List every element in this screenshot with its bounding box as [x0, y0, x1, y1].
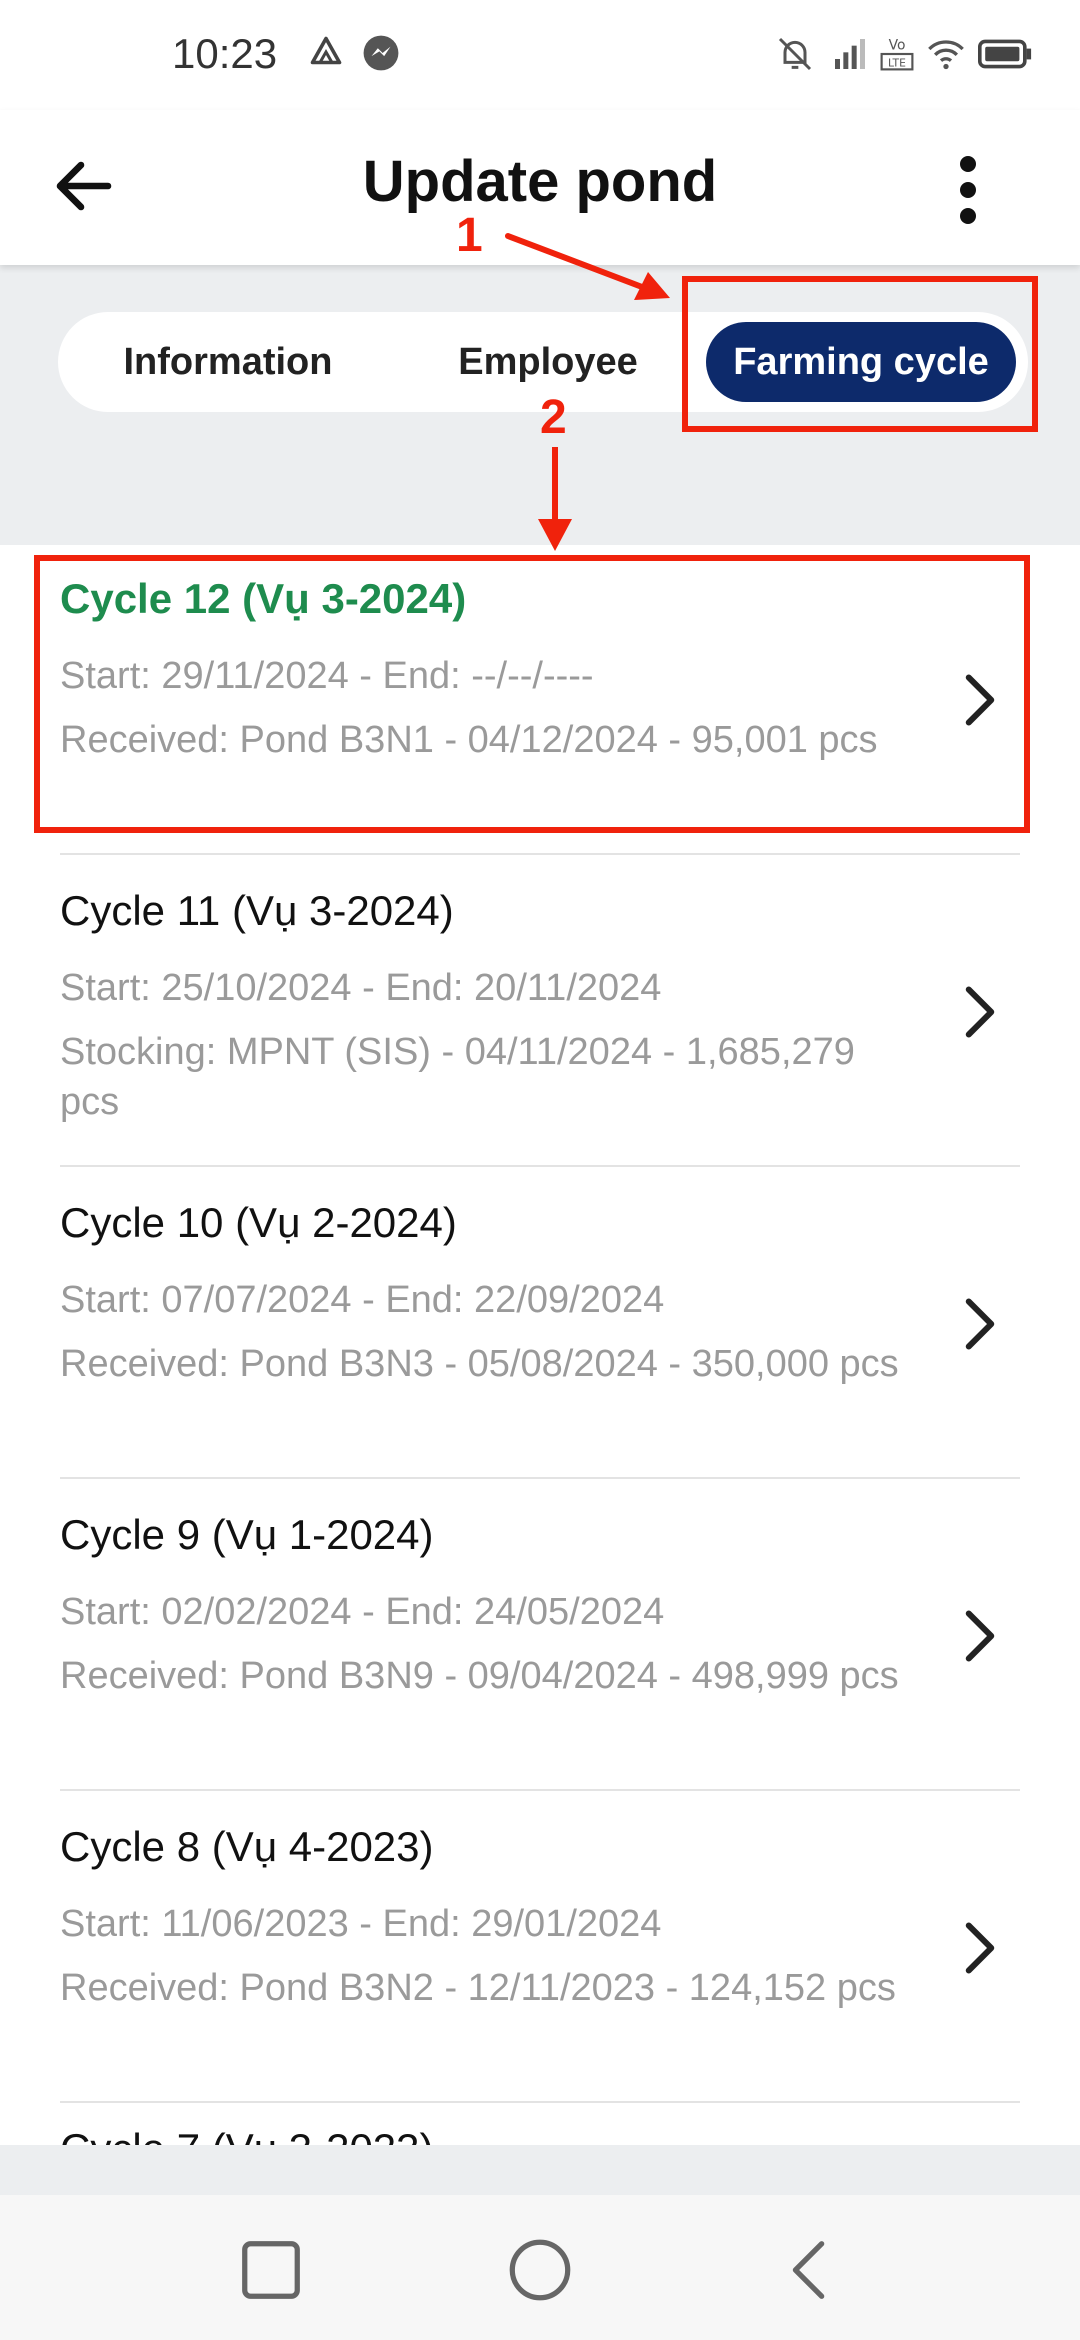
divider	[60, 1789, 1020, 1791]
chevron-right-icon	[965, 986, 995, 1038]
cycle-dates: Start: 29/11/2024 - End: --/--/----	[60, 655, 594, 697]
chevron-right-icon	[965, 1610, 995, 1662]
system-back-button[interactable]	[775, 2235, 845, 2305]
svg-text:LTE: LTE	[888, 56, 906, 69]
volte-icon: Vo LTE	[880, 37, 914, 71]
cycle-dates: Start: 07/07/2024 - End: 22/09/2024	[60, 1279, 665, 1321]
cycle-title: Cycle 9 (Vụ 1-2024)	[60, 1511, 434, 1558]
cycle-list-item[interactable]: Cycle 11 (Vụ 3-2024) Start: 25/10/2024 -…	[0, 857, 1080, 1167]
cycle-title: Cycle 12 (Vụ 3-2024)	[60, 575, 467, 622]
wifi-icon	[928, 40, 964, 70]
messenger-icon	[363, 35, 399, 71]
signal-icon	[835, 39, 865, 69]
more-options-button[interactable]	[940, 150, 996, 230]
triangle-back-icon	[792, 2241, 825, 2299]
annotation-number-1: 1	[456, 209, 483, 262]
cycle-list: Cycle 12 (Vụ 3-2024) Start: 29/11/2024 -…	[0, 545, 1080, 2145]
cycle-dates: Start: 11/06/2023 - End: 29/01/2024	[60, 1903, 662, 1945]
page-title: Update pond	[362, 149, 718, 214]
home-button[interactable]	[505, 2235, 575, 2305]
square-icon	[242, 2241, 300, 2299]
cycle-list-item[interactable]: Cycle 9 (Vụ 1-2024) Start: 02/02/2024 - …	[0, 1481, 1080, 1791]
app-bar: Update pond	[0, 110, 1080, 265]
chevron-right-icon	[965, 674, 995, 726]
cycle-list-item[interactable]: Cycle 8 (Vụ 4-2023) Start: 11/06/2023 - …	[0, 1793, 1080, 2103]
more-vert-icon	[960, 156, 976, 224]
cycle-dates: Start: 25/10/2024 - End: 20/11/2024	[60, 967, 662, 1009]
drive-icon	[310, 36, 342, 65]
cycle-title: Cycle 10 (Vụ 2-2024)	[60, 1199, 457, 1246]
divider	[60, 1477, 1020, 1479]
status-time: 10:23	[172, 30, 278, 77]
divider	[60, 853, 1020, 855]
recents-button[interactable]	[236, 2235, 306, 2305]
cycle-list-item[interactable]: Cycle 10 (Vụ 2-2024) Start: 07/07/2024 -…	[0, 1169, 1080, 1479]
svg-text:Vo: Vo	[889, 37, 906, 53]
cycle-detail: Received: Pond B3N1 - 04/12/2024 - 95,00…	[60, 719, 878, 761]
status-bar: 10:23 Vo LTE	[0, 0, 1080, 110]
chevron-right-icon	[965, 1298, 995, 1350]
bottom-gray-strip	[0, 2145, 1080, 2195]
circle-icon	[509, 2239, 571, 2301]
annotation-number-2: 2	[540, 391, 567, 444]
cycle-list-item[interactable]: Cycle 12 (Vụ 3-2024) Start: 29/11/2024 -…	[0, 545, 1080, 855]
cycle-detail: Received: Pond B3N9 - 09/04/2024 - 498,9…	[60, 1655, 899, 1697]
cycle-title-partial[interactable]: Cycle 7 (Vụ 3-2023)	[60, 2125, 434, 2145]
cycle-detail: Received: Pond B3N2 - 12/11/2023 - 124,1…	[60, 1967, 896, 2009]
cycle-detail: Received: Pond B3N3 - 05/08/2024 - 350,0…	[60, 1343, 899, 1385]
divider	[60, 2101, 1020, 2103]
bell-off-icon	[778, 37, 812, 71]
cycle-title: Cycle 11 (Vụ 3-2024)	[60, 887, 454, 934]
tab-farming-cycle[interactable]: Farming cycle	[706, 322, 1016, 402]
tab-information[interactable]: Information	[78, 312, 378, 412]
cycle-title: Cycle 8 (Vụ 4-2023)	[60, 1823, 434, 1870]
battery-icon	[978, 39, 1032, 69]
divider	[60, 1165, 1020, 1167]
system-nav-bar	[0, 2195, 1080, 2340]
cycle-dates: Start: 02/02/2024 - End: 24/05/2024	[60, 1591, 665, 1633]
cycle-detail: Stocking: MPNT (SIS) - 04/11/2024 - 1,68…	[60, 1031, 855, 1123]
chevron-right-icon	[965, 1922, 995, 1974]
